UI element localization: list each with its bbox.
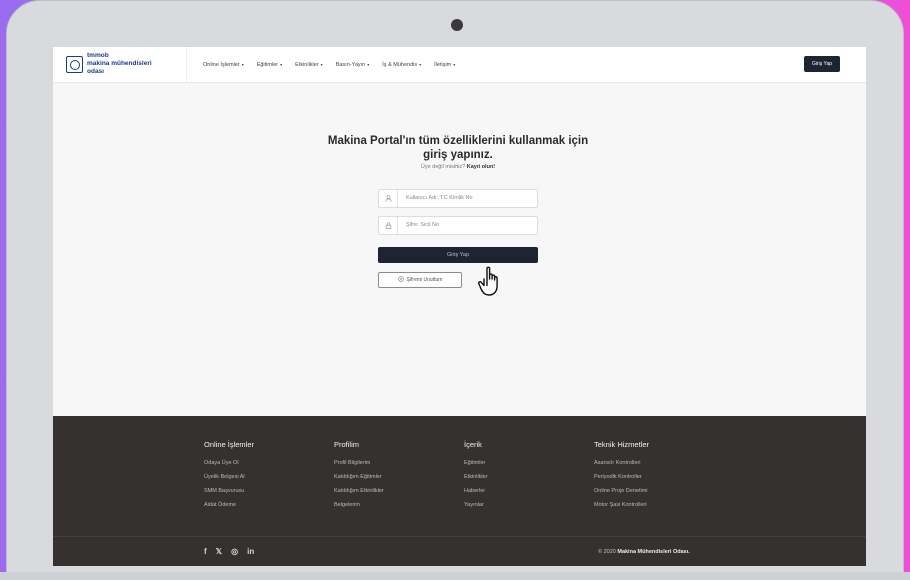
footer-link[interactable]: Odaya Üye Ol bbox=[204, 456, 324, 470]
page-title: Makina Portal'ın tüm özelliklerini kulla… bbox=[327, 135, 589, 161]
linkedin-icon[interactable]: in bbox=[247, 547, 254, 556]
chevron-down-icon: ▾ bbox=[367, 62, 370, 67]
chevron-down-icon: ▾ bbox=[419, 62, 422, 67]
footer-heading: Online İşlemler bbox=[204, 440, 255, 449]
logo-line1: tmmob bbox=[87, 52, 109, 59]
footer-link[interactable]: SMM Başvurusu bbox=[204, 484, 324, 498]
password-placeholder: Şifre: Sicil No bbox=[406, 222, 440, 228]
nav-is-muhendis[interactable]: İş & Mühendis ▾ bbox=[382, 62, 421, 68]
footer-link[interactable]: Aidat Ödeme bbox=[204, 498, 324, 512]
chevron-down-icon: ▾ bbox=[453, 62, 456, 67]
main-nav: Online İşlemler ▾ Eğitimler ▾ Etkinlikler ▾… bbox=[203, 47, 468, 83]
footer-link[interactable]: Online Proje Denetimi bbox=[594, 484, 714, 498]
hand-pointer-icon bbox=[478, 266, 498, 296]
instagram-icon[interactable]: ◎ bbox=[231, 547, 238, 556]
laptop-frame: tmmob makina mühendisleri odası Online İ… bbox=[6, 0, 904, 580]
footer-link[interactable]: Motor Şasi Kontrolleri bbox=[594, 498, 714, 512]
nav-iletisim[interactable]: İletişim ▾ bbox=[434, 62, 455, 68]
browser-viewport: tmmob makina mühendisleri odası Online İ… bbox=[53, 47, 866, 566]
nav-egitimler[interactable]: Eğitimler ▾ bbox=[257, 62, 282, 68]
facebook-icon[interactable]: f bbox=[204, 547, 207, 556]
chevron-down-icon: ▾ bbox=[280, 62, 283, 67]
header-divider bbox=[186, 47, 187, 83]
site-logo[interactable]: tmmob makina mühendisleri odası bbox=[66, 52, 170, 75]
logo-emblem-icon bbox=[66, 55, 83, 73]
footer-col-profil: Profilim Profil Bilgilerim Katıldığım Eğ… bbox=[334, 440, 454, 512]
key-icon bbox=[397, 276, 404, 284]
twitter-icon[interactable]: 𝕏 bbox=[216, 547, 222, 556]
nav-online-islemler[interactable]: Online İşlemler ▾ bbox=[203, 62, 244, 68]
user-icon bbox=[379, 190, 398, 207]
footer-link[interactable]: Üyelik Belgesi Al bbox=[204, 470, 324, 484]
footer-col-icerik: İçerik Eğitimler Etkinlikler Haberler Ya… bbox=[464, 440, 584, 512]
footer-link[interactable]: Yayınlar bbox=[464, 498, 584, 512]
chevron-down-icon: ▾ bbox=[320, 62, 323, 67]
footer-link[interactable]: Eğitimler bbox=[464, 456, 584, 470]
chevron-down-icon: ▾ bbox=[241, 62, 244, 67]
footer-link[interactable]: Etkinlikler bbox=[464, 470, 584, 484]
logo-line2: makina mühendisleri odası bbox=[87, 60, 152, 75]
footer-col-teknik: Teknik Hizmetler Asansör Kontrolleri Per… bbox=[594, 440, 714, 512]
footer-col-online: Online İşlemler Odaya Üye Ol Üyelik Belg… bbox=[204, 440, 324, 512]
footer-link[interactable]: Katıldığım Eğitimler bbox=[334, 470, 454, 484]
username-placeholder: Kullanıcı Adı: T.C Kimlik No bbox=[406, 195, 473, 201]
submit-login-button[interactable]: Giriş Yap bbox=[378, 247, 538, 263]
webcam bbox=[451, 19, 463, 31]
footer-link[interactable]: Asansör Kontrolleri bbox=[594, 456, 714, 470]
header-login-button[interactable]: Giriş Yap bbox=[804, 56, 840, 72]
site-header: tmmob makina mühendisleri odası Online İ… bbox=[53, 47, 866, 83]
social-links: f 𝕏 ◎ in bbox=[204, 547, 263, 556]
copyright: © 2020 Makina Mühendisleri Odası. bbox=[598, 549, 690, 555]
nav-basin-yayin[interactable]: Basın-Yayın ▾ bbox=[336, 62, 370, 68]
footer-link[interactable]: Katıldığım Etkinlikler bbox=[334, 484, 454, 498]
username-field[interactable]: Kullanıcı Adı: T.C Kimlik No bbox=[378, 189, 538, 208]
footer-heading: Teknik Hizmetler bbox=[594, 440, 650, 449]
site-footer: Online İşlemler Odaya Üye Ol Üyelik Belg… bbox=[53, 416, 866, 566]
register-prompt: Üye değil misiniz? Kayıt olun! bbox=[420, 164, 496, 170]
footer-heading: İçerik bbox=[464, 440, 482, 449]
laptop-base bbox=[0, 572, 910, 580]
footer-link[interactable]: Periyodik Kontroller bbox=[594, 470, 714, 484]
footer-link[interactable]: Haberler bbox=[464, 484, 584, 498]
password-field[interactable]: Şifre: Sicil No bbox=[378, 216, 538, 235]
nav-etkinlikler[interactable]: Etkinlikler ▾ bbox=[295, 62, 323, 68]
footer-link[interactable]: Profil Bilgilerim bbox=[334, 456, 454, 470]
footer-heading: Profilim bbox=[334, 440, 360, 449]
forgot-password-button[interactable]: Şifremi Unuttum bbox=[378, 272, 462, 288]
footer-link[interactable]: Belgelerim bbox=[334, 498, 454, 512]
register-link[interactable]: Kayıt olun! bbox=[467, 164, 495, 170]
footer-divider bbox=[53, 536, 866, 537]
lock-icon bbox=[379, 217, 398, 234]
